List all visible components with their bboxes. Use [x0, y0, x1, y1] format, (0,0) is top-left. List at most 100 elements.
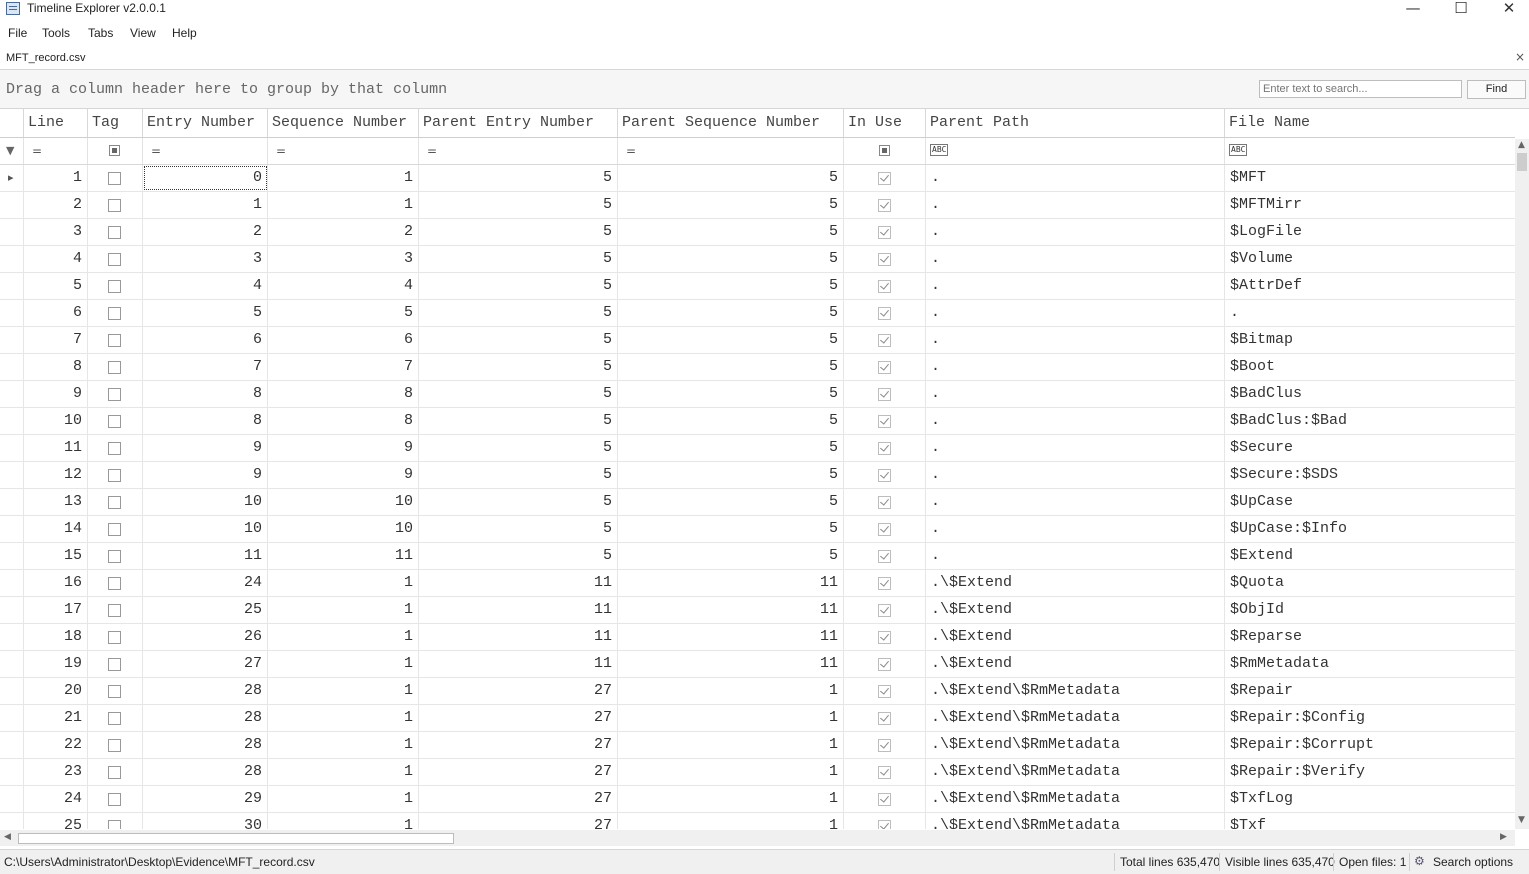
cell-parent-entry-number[interactable]: 5: [419, 165, 618, 191]
cell-parent-path[interactable]: .: [926, 192, 1225, 218]
equals-operator-icon[interactable]: =: [276, 138, 286, 164]
row-indicator[interactable]: [0, 705, 24, 731]
cell-in-use[interactable]: [844, 381, 926, 407]
table-row[interactable]: 19 27 1 11 11 .\$Extend $RmMetadata: [0, 651, 1515, 678]
cell-line[interactable]: 3: [24, 219, 88, 245]
tag-checkbox[interactable]: [108, 577, 121, 590]
row-indicator[interactable]: [0, 435, 24, 461]
cell-parent-path[interactable]: .\$Extend: [926, 624, 1225, 650]
horizontal-scrollbar[interactable]: ◀ ▶: [0, 830, 1515, 846]
in-use-checkbox[interactable]: [878, 631, 891, 644]
column-header-parent-path[interactable]: Parent Path: [926, 109, 1225, 137]
in-use-checkbox[interactable]: [878, 766, 891, 779]
cell-parent-entry-number[interactable]: 5: [419, 543, 618, 569]
cell-parent-sequence-number[interactable]: 5: [618, 516, 844, 542]
cell-file-name[interactable]: $LogFile: [1225, 219, 1515, 245]
cell-in-use[interactable]: [844, 597, 926, 623]
table-row[interactable]: 10 8 8 5 5. $BadClus:$Bad: [0, 408, 1515, 435]
cell-entry-number[interactable]: 27: [143, 651, 268, 677]
cell-in-use[interactable]: [844, 219, 926, 245]
row-indicator[interactable]: [0, 246, 24, 272]
cell-parent-entry-number[interactable]: 27: [419, 678, 618, 704]
cell-parent-path[interactable]: .: [926, 246, 1225, 272]
in-use-checkbox[interactable]: [878, 739, 891, 752]
column-header-parent-entry-number[interactable]: Parent Entry Number: [419, 109, 618, 137]
in-use-checkbox[interactable]: [878, 226, 891, 239]
cell-parent-path[interactable]: .: [926, 435, 1225, 461]
cell-parent-path[interactable]: .: [926, 489, 1225, 515]
cell-in-use[interactable]: [844, 435, 926, 461]
in-use-checkbox[interactable]: [878, 658, 891, 671]
tag-checkbox[interactable]: [108, 334, 121, 347]
cell-parent-entry-number[interactable]: 11: [419, 570, 618, 596]
cell-in-use[interactable]: [844, 516, 926, 542]
cell-line[interactable]: 20: [24, 678, 88, 704]
contains-text-operator-icon[interactable]: ABC: [930, 144, 949, 156]
cell-line[interactable]: 17: [24, 597, 88, 623]
column-header-line[interactable]: Line: [24, 109, 88, 137]
table-row[interactable]: 65555..: [0, 300, 1515, 327]
row-indicator[interactable]: [0, 516, 24, 542]
cell-parent-sequence-number[interactable]: 1: [618, 705, 844, 731]
in-use-checkbox[interactable]: [878, 577, 891, 590]
cell-line[interactable]: 10: [24, 408, 88, 434]
cell-tag[interactable]: [88, 408, 143, 434]
cell-sequence-number[interactable]: 1: [268, 651, 419, 677]
row-indicator[interactable]: [0, 543, 24, 569]
cell-line[interactable]: 1: [24, 165, 88, 191]
cell-in-use[interactable]: [844, 543, 926, 569]
cell-tag[interactable]: [88, 462, 143, 488]
cell-file-name[interactable]: $Bitmap: [1225, 327, 1515, 353]
cell-line[interactable]: 8: [24, 354, 88, 380]
cell-parent-path[interactable]: .: [926, 516, 1225, 542]
tab-mft-record[interactable]: MFT_record.csv: [6, 52, 85, 64]
table-row[interactable]: 9 8 8 5 5. $BadClus: [0, 381, 1515, 408]
cell-file-name[interactable]: $ObjId: [1225, 597, 1515, 623]
cell-sequence-number[interactable]: 1: [268, 570, 419, 596]
tag-checkbox[interactable]: [108, 604, 121, 617]
in-use-checkbox[interactable]: [878, 172, 891, 185]
cell-parent-sequence-number[interactable]: 11: [618, 651, 844, 677]
cell-line[interactable]: 14: [24, 516, 88, 542]
cell-tag[interactable]: [88, 678, 143, 704]
cell-file-name[interactable]: $Quota: [1225, 570, 1515, 596]
cell-tag[interactable]: [88, 192, 143, 218]
row-indicator[interactable]: [0, 192, 24, 218]
cell-in-use[interactable]: [844, 165, 926, 191]
tag-checkbox[interactable]: [108, 172, 121, 185]
table-row[interactable]: 16 24 1 11 11 .\$Extend $Quota: [0, 570, 1515, 597]
find-button[interactable]: Find: [1467, 80, 1526, 99]
cell-parent-path[interactable]: .\$Extend\$RmMetadata: [926, 786, 1225, 812]
tag-checkbox[interactable]: [108, 712, 121, 725]
cell-file-name[interactable]: $Secure: [1225, 435, 1515, 461]
cell-sequence-number[interactable]: 10: [268, 516, 419, 542]
cell-parent-sequence-number[interactable]: 11: [618, 597, 844, 623]
cell-in-use[interactable]: [844, 462, 926, 488]
tag-checkbox[interactable]: [108, 226, 121, 239]
cell-in-use[interactable]: [844, 732, 926, 758]
cell-tag[interactable]: [88, 597, 143, 623]
tag-checkbox[interactable]: [108, 766, 121, 779]
filter-parent-path[interactable]: ABC: [926, 138, 1225, 164]
table-row[interactable]: 24 29 1 27 1 .\$Extend\$RmMetadata $TxfLog: [0, 786, 1515, 813]
cell-parent-sequence-number[interactable]: 5: [618, 489, 844, 515]
search-options-button[interactable]: Search options: [1433, 855, 1513, 869]
cell-parent-path[interactable]: .: [926, 354, 1225, 380]
cell-parent-entry-number[interactable]: 5: [419, 192, 618, 218]
row-indicator[interactable]: [0, 381, 24, 407]
cell-line[interactable]: 18: [24, 624, 88, 650]
menu-view[interactable]: View: [130, 26, 156, 40]
table-row[interactable]: 8 7 7 5 5. $Boot: [0, 354, 1515, 381]
cell-sequence-number[interactable]: 9: [268, 462, 419, 488]
cell-tag[interactable]: [88, 381, 143, 407]
cell-parent-path[interactable]: .\$Extend: [926, 651, 1225, 677]
cell-parent-entry-number[interactable]: 27: [419, 786, 618, 812]
close-window-button[interactable]: ✕: [1486, 0, 1529, 20]
cell-file-name[interactable]: $MFTMirr: [1225, 192, 1515, 218]
cell-parent-entry-number[interactable]: 5: [419, 246, 618, 272]
cell-parent-entry-number[interactable]: 11: [419, 624, 618, 650]
search-options-icon[interactable]: ⚙: [1414, 854, 1425, 868]
cell-parent-entry-number[interactable]: 5: [419, 219, 618, 245]
menu-help[interactable]: Help: [172, 26, 197, 40]
in-use-checkbox[interactable]: [878, 793, 891, 806]
